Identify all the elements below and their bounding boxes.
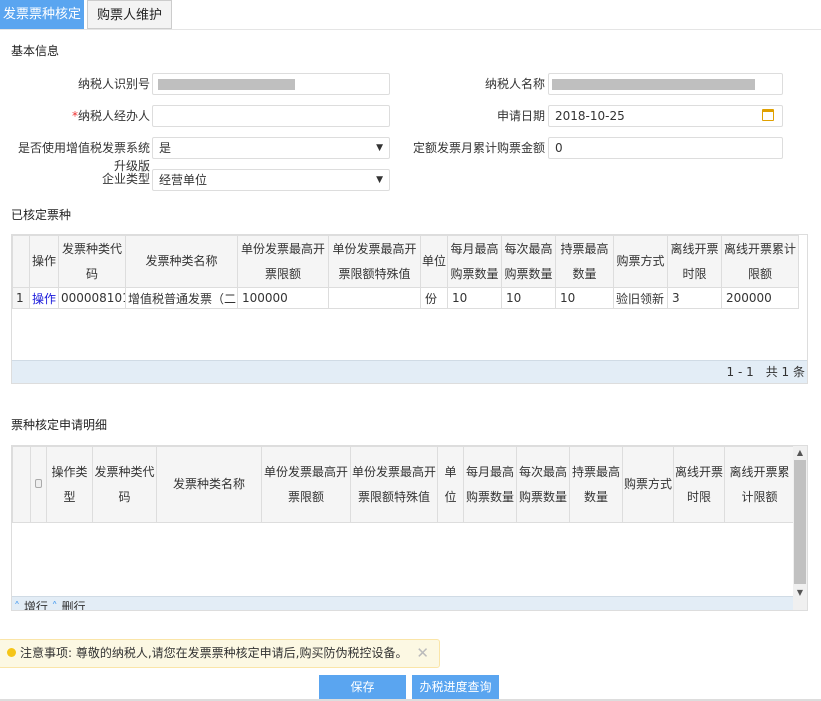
enterprise-type-value: 经营单位 [159,173,208,187]
vat-system-value: 是 [159,141,172,155]
notice-text: 注意事项: 尊敬的纳税人,请您在发票票种核定申请后,购买防伪税控设备。 [20,646,408,660]
dropdown-arrow-icon: ▼ [376,175,383,185]
table-row: 1 操作 000008101 增值税普通发票（二 100000 份 10 10 … [12,287,799,309]
taxpayer-name-field[interactable] [548,73,783,95]
col-header: 每月最高购票数量 [463,446,517,523]
cell: 验旧领新 [613,287,668,309]
add-row-button[interactable]: ˄ 增行 [14,600,48,611]
enterprise-type-label-wrap: 升级版 企业类型 [0,160,150,186]
agent-label-wrap: *纳税人经办人 [0,105,150,127]
cell: 10 [555,287,614,309]
close-icon[interactable]: ✕ [416,640,429,667]
scroll-up-icon[interactable]: ▲ [793,446,807,460]
col-header: 单份发票最高开票限额特殊值 [350,446,438,523]
col-header: 离线开票时限 [667,235,722,288]
tab-bar: 发票票种核定 购票人维护 [0,0,821,30]
select-all-checkbox[interactable] [30,446,47,523]
cell: 份 [420,287,448,309]
col-header: 离线开票累计限额 [724,446,795,523]
taxpayer-name-label: 纳税人名称 [484,77,545,91]
col-header: 持票最高数量 [555,235,614,288]
warning-icon [7,648,16,657]
col-header: 单份发票最高开票限额 [261,446,351,523]
col-header: 操作 [29,235,59,288]
col-header: 离线开票时限 [673,446,725,523]
rownum-header [12,235,30,288]
col-header: 发票种类代码 [58,235,126,288]
enterprise-type-label: 企业类型 [101,172,150,186]
col-header: 购票方式 [613,235,668,288]
delete-row-button[interactable]: ˄ 删行 [52,600,86,611]
col-header: 单份发票最高开票限额 [237,235,329,288]
section-apply-details: 票种核定申请明细 [11,418,108,432]
col-header: 离线开票累计限额 [721,235,799,288]
notice-banner: 注意事项: 尊敬的纳税人,请您在发票票种核定申请后,购买防伪税控设备。 ✕ [0,639,440,668]
col-header: 每月最高购票数量 [447,235,502,288]
calendar-icon[interactable] [762,109,774,121]
vertical-scrollbar[interactable]: ▲ ▼ [793,446,807,610]
col-header: 操作类型 [46,446,93,523]
agent-label: 纳税人经办人 [77,109,150,123]
apply-date-field[interactable]: 2018-10-25 [548,105,783,127]
apply-details-grid: 操作类型 发票种类代码 发票种类名称 单份发票最高开票限额 单份发票最高开票限额… [11,445,808,611]
section-approved-types: 已核定票种 [11,208,72,222]
progress-query-button[interactable]: 办税进度查询 [412,675,499,699]
quota-label: 定额发票月累计购票金额 [412,141,545,155]
col-header: 发票种类名称 [156,446,262,523]
cell [328,287,421,309]
pager-info: 1 - 1 共 1 条 [726,365,806,379]
section-basic-info: 基本信息 [11,44,60,58]
col-header: 持票最高数量 [569,446,623,523]
scroll-down-icon[interactable]: ▼ [793,584,807,602]
col-header: 单位 [437,446,464,523]
rownum-header [12,446,31,523]
apply-date-label: 申请日期 [496,109,545,123]
scroll-thumb[interactable] [794,460,806,584]
vat-system-label: 是否使用增值税发票系统 [17,141,150,155]
cell: 10 [447,287,502,309]
taxpayer-id-label: 纳税人识别号 [77,77,150,91]
enterprise-type-select[interactable]: 经营单位 ▼ [152,169,390,191]
tab-invoice-type-approval[interactable]: 发票票种核定 [0,0,84,29]
grid-toolbar: ˄ 增行 ˄ 删行 [12,596,793,611]
delete-row-label: 删行 [61,600,86,611]
pager: 1 - 1 共 1 条 [12,360,807,383]
quota-field[interactable]: 0 [548,137,783,159]
col-header: 单份发票最高开票限额特殊值 [328,235,421,288]
tab-buyer-maintenance[interactable]: 购票人维护 [87,0,172,29]
approved-types-grid: 操作 发票种类代码 发票种类名称 单份发票最高开票限额 单份发票最高开票限额特殊… [11,234,808,384]
col-header: 单位 [420,235,448,288]
col-header: 每次最高购票数量 [501,235,556,288]
cell: 10 [501,287,556,309]
operate-link[interactable]: 操作 [29,287,59,309]
cell: 100000 [237,287,329,309]
cell: 200000 [721,287,799,309]
cell: 3 [667,287,722,309]
apply-date-value: 2018-10-25 [555,109,625,123]
add-row-label: 增行 [23,600,48,611]
row-number: 1 [12,287,30,309]
cell: 000008101 [58,287,126,309]
col-header: 发票种类代码 [92,446,157,523]
cell: 增值税普通发票（二 [125,287,238,309]
col-header: 每次最高购票数量 [516,446,570,523]
save-button[interactable]: 保存 [319,675,406,699]
col-header: 发票种类名称 [125,235,238,288]
col-header: 购票方式 [622,446,674,523]
